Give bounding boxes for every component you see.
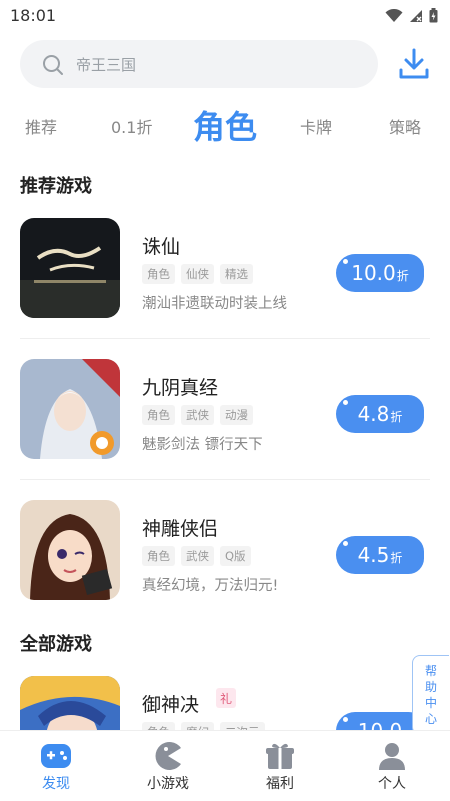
game-name: 九阴真经: [142, 377, 219, 399]
discount-button[interactable]: 4.5 折: [336, 536, 424, 574]
gift-icon: [266, 743, 294, 769]
game-tag: 魔幻: [181, 722, 214, 730]
discount-value: 4.8: [357, 402, 390, 426]
gift-badge: 礼: [216, 688, 236, 708]
game-tag: 武侠: [181, 546, 214, 566]
game-tag: 精选: [220, 264, 253, 284]
nav-item-welfare[interactable]: 福利: [224, 731, 336, 801]
help-char: 心: [424, 712, 437, 726]
game-tag: 武侠: [181, 405, 214, 425]
nav-item-mini-games[interactable]: 小游戏: [112, 731, 224, 801]
game-icon: [20, 676, 120, 730]
nav-item-discover[interactable]: 发现: [0, 731, 112, 801]
nav-label: 福利: [266, 776, 294, 792]
discount-button[interactable]: 10.0 折: [336, 254, 424, 292]
game-tag: 仙侠: [181, 264, 214, 284]
game-tag: 动漫: [220, 405, 253, 425]
tag-list: 角色 武侠 Q版: [142, 546, 251, 566]
tab-card[interactable]: 卡牌: [300, 114, 332, 138]
discount-button[interactable]: 10.0: [336, 712, 424, 730]
gamepad-icon: [41, 744, 71, 768]
game-row[interactable]: 神雕侠侣 角色 武侠 Q版 真经幻境，万法归元! 4.5 折: [20, 500, 430, 610]
tag-list: 角色 魔幻 二次元: [142, 722, 265, 730]
tab-discount[interactable]: 0.1折: [111, 114, 152, 138]
game-tag: 角色: [142, 405, 175, 425]
pacman-icon: [155, 742, 181, 770]
user-icon: [379, 743, 405, 770]
divider: [20, 338, 430, 339]
game-tag: 角色: [142, 264, 175, 284]
divider: [20, 479, 430, 480]
discount-value: 10.0: [351, 261, 396, 285]
tab-recommend[interactable]: 推荐: [25, 114, 57, 138]
game-row[interactable]: 御神决 礼 角色 魔幻 二次元 10.0: [20, 676, 430, 730]
search-icon: [43, 55, 63, 75]
game-row[interactable]: 诛仙 角色 仙侠 精选 潮汕非遗联动时装上线 10.0 折: [20, 218, 430, 339]
tag-list: 角色 武侠 动漫: [142, 405, 253, 425]
discount-dot: [343, 717, 348, 722]
discount-dot: [343, 400, 348, 405]
discount-dot: [343, 541, 348, 546]
signal-icon: [410, 9, 422, 22]
download-icon[interactable]: [396, 46, 432, 82]
status-icons: [385, 8, 438, 23]
nav-label: 个人: [378, 776, 406, 792]
discount-value: 10.0: [358, 719, 403, 730]
discount-dot: [343, 259, 348, 264]
game-icon: [20, 500, 120, 600]
help-char: 中: [424, 696, 437, 710]
discount-value: 4.5: [357, 543, 390, 567]
game-tag: Q版: [220, 546, 251, 566]
help-char: 帮: [424, 664, 437, 678]
game-name: 诛仙: [142, 236, 181, 258]
status-time: 18:01: [10, 6, 57, 25]
help-center-button[interactable]: 帮 助 中 心: [412, 655, 449, 735]
game-tag: 角色: [142, 546, 175, 566]
category-tabs: 推荐 0.1折 角色 卡牌 策略: [0, 100, 450, 146]
bottom-nav: 发现 小游戏 福利 个人: [0, 730, 450, 801]
search-input[interactable]: 帝王三国: [20, 40, 378, 88]
help-char: 助: [424, 680, 437, 694]
discount-button[interactable]: 4.8 折: [336, 395, 424, 433]
battery-icon: [429, 8, 438, 23]
game-row[interactable]: 九阴真经 角色 武侠 动漫 魅影剑法 镖行天下 4.8 折: [20, 359, 430, 480]
status-bar: 18:01: [0, 0, 450, 32]
search-placeholder: 帝王三国: [76, 56, 137, 74]
game-tag: 角色: [142, 722, 175, 730]
game-description: 真经幻境，万法归元!: [142, 578, 279, 594]
tab-strategy[interactable]: 策略: [389, 114, 421, 138]
game-icon: [20, 218, 120, 318]
section-title-recommended: 推荐游戏: [20, 176, 92, 197]
nav-item-profile[interactable]: 个人: [336, 731, 448, 801]
game-description: 魅影剑法 镖行天下: [142, 437, 263, 453]
discount-unit: 折: [390, 551, 403, 565]
tab-role[interactable]: 角色: [193, 102, 257, 148]
discount-unit: 折: [390, 410, 403, 424]
game-icon: [20, 359, 120, 459]
game-description: 潮汕非遗联动时装上线: [142, 296, 287, 312]
nav-label: 发现: [42, 776, 70, 792]
game-name: 神雕侠侣: [142, 518, 219, 540]
tag-list: 角色 仙侠 精选: [142, 264, 253, 284]
discount-unit: 折: [396, 269, 409, 283]
game-tag: 二次元: [220, 722, 265, 730]
game-name: 御神决: [142, 694, 200, 716]
section-title-all: 全部游戏: [20, 634, 92, 655]
wifi-icon: [385, 8, 403, 22]
nav-label: 小游戏: [147, 776, 189, 792]
